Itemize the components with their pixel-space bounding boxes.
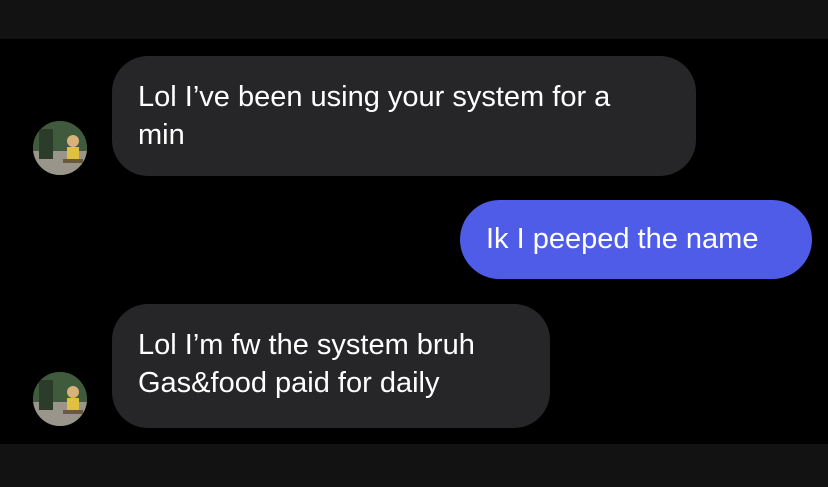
- avatar-photo-icon: [33, 372, 87, 426]
- incoming-message-bubble[interactable]: Lol I’ve been using your system for a mi…: [112, 56, 696, 176]
- sender-avatar[interactable]: [33, 121, 87, 175]
- avatar-photo-icon: [33, 121, 87, 175]
- message-text-line: Lol I’m fw the system bruh: [138, 329, 475, 361]
- message-text-line: Lol I’ve been using your system for a: [138, 81, 611, 113]
- outgoing-message-bubble[interactable]: Ik I peeped the name: [460, 200, 812, 279]
- sender-avatar[interactable]: [33, 372, 87, 426]
- message-text-line: Gas&food paid for daily: [138, 367, 440, 399]
- message-text-line: Ik I peeped the name: [486, 223, 759, 255]
- message-text-line: min: [138, 119, 185, 151]
- top-bar: [0, 0, 828, 39]
- bottom-bar: [0, 444, 828, 487]
- incoming-message-bubble[interactable]: Lol I’m fw the system bruh Gas&food paid…: [112, 304, 550, 428]
